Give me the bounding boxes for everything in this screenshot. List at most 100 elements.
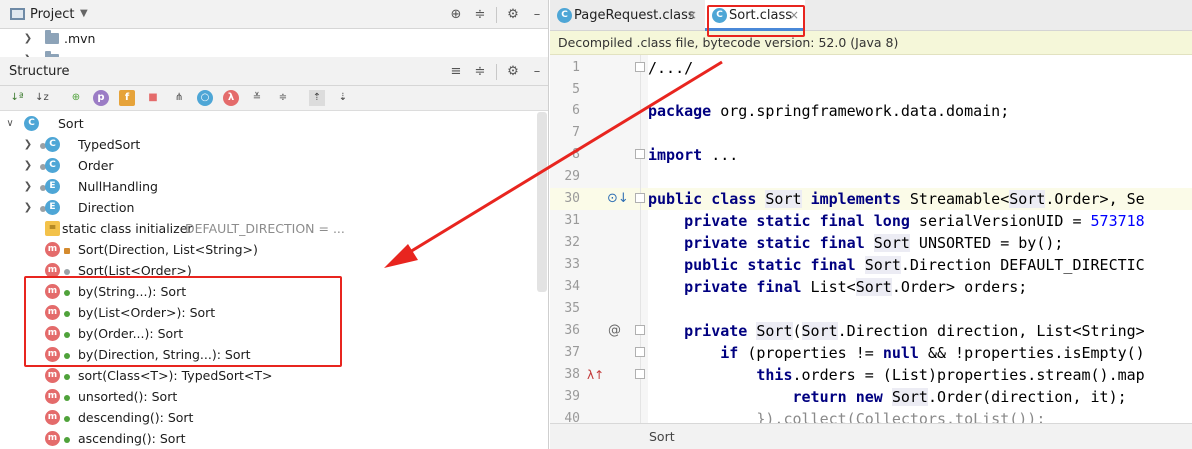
collapse-all-icon[interactable]: ≑ xyxy=(468,57,492,86)
structure-panel-header[interactable]: Structure ≡ ≑ ⚙ – xyxy=(0,57,548,86)
show-anonymous-icon[interactable]: ○ xyxy=(197,90,213,106)
folded-comment[interactable]: /.../ xyxy=(648,59,693,77)
line-number: 32 xyxy=(564,235,580,250)
tree-row[interactable]: m sort(Class<T>): TypedSort<T> xyxy=(0,365,540,386)
expand-icon[interactable]: ≚ xyxy=(249,90,265,106)
method-icon: m xyxy=(45,389,60,404)
autoscroll-from-source-icon[interactable]: ⇣ xyxy=(335,90,351,106)
tree-row-label: Sort(Direction, List<String>) xyxy=(78,242,258,257)
project-panel-header[interactable]: Project ▼ ⊕ ≑ ⚙ – xyxy=(0,0,548,29)
expand-all-icon[interactable]: ≡ xyxy=(444,57,468,86)
show-fields-icon[interactable]: f xyxy=(119,90,135,106)
show-non-public-icon[interactable]: ■ xyxy=(145,90,161,106)
code-line[interactable]: public class Sort implements Streamable<… xyxy=(648,188,1145,210)
chevron-right-icon[interactable]: ❯ xyxy=(22,155,34,176)
chevron-down-icon[interactable]: ❯ xyxy=(22,49,34,57)
tree-row-src[interactable]: ❯ src xyxy=(0,49,540,57)
fold-marker-icon[interactable] xyxy=(635,193,645,203)
code-keyword: private static final xyxy=(684,234,865,252)
code-text: }).collect(Collectors.toList()); xyxy=(756,410,1046,423)
code-line[interactable]: if (properties != null && !properties.is… xyxy=(648,342,1144,364)
line-number: 37 xyxy=(564,345,580,360)
chevron-right-icon[interactable]: ❯ xyxy=(22,134,34,155)
code-line[interactable]: }).collect(Collectors.toList()); xyxy=(648,408,1045,423)
fold-marker-icon[interactable] xyxy=(635,347,645,357)
divider xyxy=(496,6,497,23)
hide-icon[interactable]: – xyxy=(525,0,548,29)
tree-row[interactable]: m Sort(Direction, List<String>) xyxy=(0,239,540,260)
gear-icon[interactable]: ⚙ xyxy=(501,0,525,29)
show-inherited-icon[interactable]: ⊕ xyxy=(68,90,84,106)
public-icon xyxy=(64,374,70,380)
tree-row[interactable]: ❯ C TypedSort xyxy=(0,134,540,155)
tree-row[interactable]: ❯ C Order xyxy=(0,155,540,176)
folder-icon xyxy=(45,30,59,44)
code-line[interactable]: private final List<Sort.Order> orders; xyxy=(648,276,1027,298)
code-line[interactable]: public static final Sort.Direction DEFAU… xyxy=(648,254,1145,276)
fold-marker-icon[interactable] xyxy=(635,149,645,159)
tree-row-mvn[interactable]: ❯ .mvn xyxy=(0,28,540,49)
fold-marker-icon[interactable] xyxy=(635,62,645,72)
code-identifier: Sort xyxy=(873,234,910,252)
code-line[interactable]: private Sort(Sort.Direction direction, L… xyxy=(648,320,1145,342)
editor-tab-bar: C PageRequest.class × C Sort.class × xyxy=(550,0,1192,31)
code-keyword: private final xyxy=(684,278,802,296)
tree-row[interactable]: = static class initializer DEFAULT_DIREC… xyxy=(0,218,540,239)
code-keyword: import xyxy=(648,146,703,164)
chevron-right-icon[interactable]: ❯ xyxy=(22,197,34,218)
locate-icon[interactable]: ⊕ xyxy=(444,0,468,29)
tree-row[interactable]: m unsorted(): Sort xyxy=(0,386,540,407)
code-line[interactable]: this.orders = (List)properties.stream().… xyxy=(648,364,1144,386)
gear-icon[interactable]: ⚙ xyxy=(501,57,525,86)
show-lambdas-icon[interactable]: λ xyxy=(223,90,239,106)
show-properties-icon[interactable]: p xyxy=(93,90,109,106)
code-line[interactable]: private static final long serialVersionU… xyxy=(648,210,1145,232)
autoscroll-to-source-icon[interactable]: ⇡ xyxy=(309,90,325,106)
code-line[interactable]: private static final Sort UNSORTED = by(… xyxy=(648,232,1063,254)
line-number: 39 xyxy=(564,389,580,404)
tree-row[interactable]: m ascending(): Sort xyxy=(0,428,540,449)
line-number: 40 xyxy=(564,411,580,423)
chevron-down-icon[interactable]: ▼ xyxy=(80,8,88,19)
code-identifier: Sort xyxy=(1009,190,1046,208)
annotation-at-icon[interactable]: @ xyxy=(608,320,621,342)
collapse-all-icon[interactable]: ≑ xyxy=(468,0,492,29)
close-icon[interactable]: × xyxy=(687,0,697,31)
chevron-right-icon[interactable]: ❯ xyxy=(22,176,34,197)
line-number: 5 xyxy=(572,82,580,97)
collapse-icon[interactable]: ≑ xyxy=(275,90,291,106)
chevron-right-icon[interactable]: ❯ xyxy=(22,28,34,49)
code-text: .Direction direction, List<String> xyxy=(837,322,1145,340)
lambda-icon[interactable]: λ↑ xyxy=(587,364,604,386)
code-line[interactable]: package org.springframework.data.domain; xyxy=(648,100,1009,122)
hide-icon[interactable]: – xyxy=(525,57,548,86)
line-number: 30 xyxy=(564,191,580,206)
tree-row-root[interactable]: ∨ C Sort xyxy=(0,113,540,134)
tree-row-label: descending(): Sort xyxy=(78,410,194,425)
code-text: .Order(direction, it); xyxy=(927,388,1127,406)
code-line[interactable]: return new Sort.Order(direction, it); xyxy=(648,386,1127,408)
implements-icon[interactable]: ⊙↓ xyxy=(607,188,629,210)
code-line[interactable]: import ... xyxy=(648,144,738,166)
tree-row[interactable]: ❯ E Direction xyxy=(0,197,540,218)
code-keyword: this xyxy=(756,366,793,384)
breadcrumb[interactable]: Sort xyxy=(550,423,1192,449)
chevron-down-icon[interactable]: ∨ xyxy=(4,113,16,134)
method-icon: m xyxy=(45,410,60,425)
structure-scrollbar[interactable] xyxy=(537,112,547,292)
tree-row[interactable]: m descending(): Sort xyxy=(0,407,540,428)
code-line[interactable]: /.../ xyxy=(648,57,693,79)
show-lambdas-tree-icon[interactable]: ⋔ xyxy=(171,90,187,106)
tree-row-label: Direction xyxy=(78,200,135,215)
tab-page-request[interactable]: C PageRequest.class × xyxy=(550,0,702,31)
fold-marker-icon[interactable] xyxy=(635,325,645,335)
fold-marker-icon[interactable] xyxy=(635,369,645,379)
sort-alphabetically-icon[interactable]: ↓z xyxy=(34,90,50,106)
line-number: 33 xyxy=(564,257,580,272)
tree-row[interactable]: ❯ E NullHandling xyxy=(0,176,540,197)
class-icon: C xyxy=(45,137,60,152)
code-text: .Order>, Se xyxy=(1045,190,1145,208)
sort-by-visibility-icon[interactable]: ↓ª xyxy=(9,90,25,106)
decompiled-banner: Decompiled .class file, bytecode version… xyxy=(550,31,1192,55)
